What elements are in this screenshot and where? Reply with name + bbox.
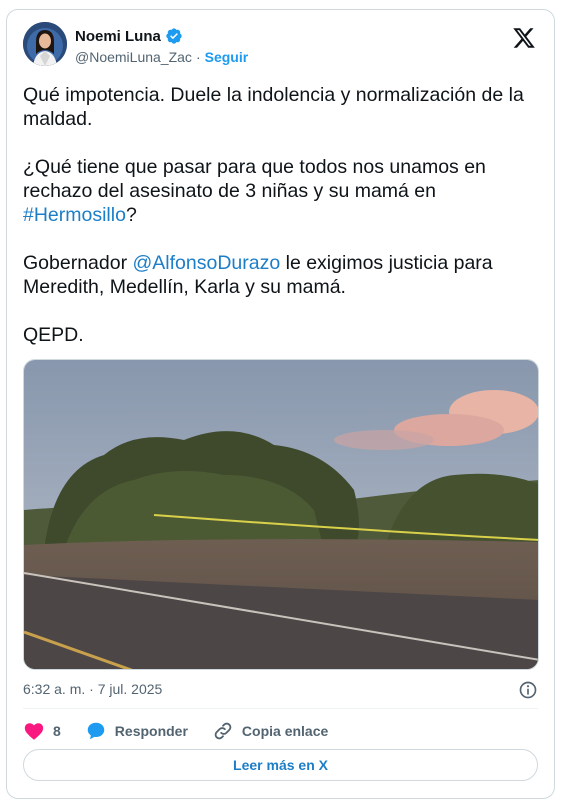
- divider: [23, 708, 538, 709]
- tweet-text-segment: ?: [125, 204, 137, 226]
- tweet-timestamp[interactable]: 6:32 a. m. · 7 jul. 2025: [23, 681, 162, 697]
- reply-button[interactable]: Responder: [85, 720, 188, 742]
- copy-link-label: Copia enlace: [241, 723, 329, 739]
- info-icon[interactable]: [518, 680, 538, 700]
- heart-icon: [24, 723, 44, 740]
- reply-bubble-icon: [87, 722, 105, 740]
- link-icon: [214, 722, 232, 740]
- tweet-card: Noemi Luna @NoemiLuna_Zac · Seguir Qué i…: [6, 9, 555, 799]
- tweet-paragraph-2: ¿Qué tiene que pasar para que todos nos …: [23, 155, 541, 227]
- tweet-paragraph-1: Qué impotencia. Duele la indolencia y no…: [23, 84, 524, 130]
- author-name[interactable]: Noemi Luna: [75, 28, 161, 45]
- tweet-paragraph-4: QEPD.: [23, 324, 84, 346]
- verified-badge-icon: [166, 28, 182, 44]
- mention-link[interactable]: @AlfonsoDurazo: [133, 252, 281, 274]
- follow-button[interactable]: Seguir: [205, 49, 249, 65]
- author-handle[interactable]: @NoemiLuna_Zac: [75, 49, 192, 65]
- tweet-text-segment: ¿Qué tiene que pasar para que todos nos …: [23, 156, 486, 202]
- x-logo-icon[interactable]: [512, 26, 536, 50]
- handle-row: @NoemiLuna_Zac · Seguir: [75, 49, 248, 65]
- tweet-text-segment: Gobernador: [23, 252, 133, 274]
- tweet-paragraph-3: Gobernador @AlfonsoDurazo le exigimos ju…: [23, 251, 541, 299]
- reply-label: Responder: [114, 723, 188, 739]
- tweet-photo[interactable]: [23, 359, 539, 670]
- hashtag-link[interactable]: #Hermosillo: [23, 204, 126, 226]
- tweet-text: Qué impotencia. Duele la indolencia y no…: [23, 83, 541, 371]
- avatar[interactable]: [23, 22, 67, 66]
- action-bar: 8 Responder Copia enlace: [23, 719, 328, 743]
- handle-separator: ·: [195, 49, 201, 65]
- like-button[interactable]: 8: [23, 720, 61, 742]
- read-more-button[interactable]: Leer más en X: [23, 749, 538, 781]
- tweet-header: Noemi Luna @NoemiLuna_Zac · Seguir: [23, 22, 538, 70]
- copy-link-button[interactable]: Copia enlace: [212, 720, 328, 742]
- author-name-row: Noemi Luna: [75, 27, 183, 45]
- like-count: 8: [53, 723, 61, 739]
